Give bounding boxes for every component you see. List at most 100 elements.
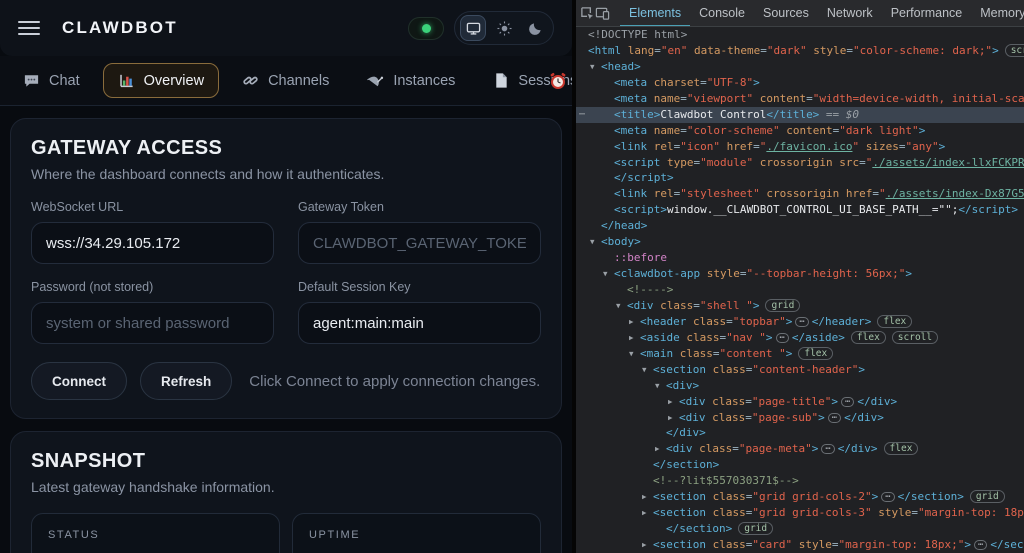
syntax-token-tag: <div> [666, 379, 699, 392]
adorner-badge-flex[interactable]: flex [798, 347, 833, 360]
disclosure-closed-icon[interactable]: ▶ [642, 505, 653, 521]
dom-tree-line[interactable]: <script>window.__CLAWDBOT_CONTROL_UI_BAS… [576, 202, 1024, 218]
more-actions-dots-icon[interactable]: ⋯ [579, 107, 586, 123]
menu-icon[interactable] [18, 21, 40, 35]
disclosure-open-icon[interactable]: ▼ [590, 59, 601, 75]
dom-tree-line[interactable]: ▼<head> [576, 59, 1024, 75]
disclosure-closed-icon[interactable]: ▶ [642, 537, 653, 553]
disclosure-open-icon[interactable]: ▼ [590, 234, 601, 250]
dom-tree-line[interactable]: ▼<main class="content ">flex [576, 346, 1024, 362]
session-key-input[interactable] [298, 302, 541, 344]
inline-expand-button[interactable]: ⋯ [776, 333, 789, 343]
tab-console[interactable]: Console [690, 0, 754, 27]
dom-tree-line[interactable]: ▶<div class="page-meta">⋯</div>flex [576, 441, 1024, 457]
disclosure-closed-icon[interactable]: ▶ [629, 314, 640, 330]
tab-memory[interactable]: Memory [971, 0, 1024, 27]
syntax-token-tag: > [812, 442, 819, 455]
disclosure-open-icon[interactable]: ▼ [629, 346, 640, 362]
inline-expand-button[interactable]: ⋯ [795, 317, 808, 327]
adorner-badge-flex[interactable]: flex [884, 442, 919, 455]
dom-tree-line[interactable]: <meta name="viewport" content="width=dev… [576, 91, 1024, 107]
dom-tree-line[interactable]: <html lang="en" data-theme="dark" style=… [576, 43, 1024, 59]
disclosure-open-icon[interactable]: ▼ [603, 266, 614, 282]
inline-expand-button[interactable]: ⋯ [828, 413, 841, 423]
dom-tree-line[interactable]: ▶<section class="card" style="margin-top… [576, 537, 1024, 553]
dom-tree-line[interactable]: </section>grid [576, 521, 1024, 537]
dom-tree-line[interactable]: <!--?lit$557030371$--> [576, 473, 1024, 489]
disclosure-open-icon[interactable]: ▼ [616, 298, 627, 314]
disclosure-closed-icon[interactable]: ▶ [668, 410, 679, 426]
dom-tree-line[interactable]: ▶<aside class="nav ">⋯</aside>flexscroll [576, 330, 1024, 346]
dom-tree-line[interactable]: ▼<section class="content-header"> [576, 362, 1024, 378]
websocket-url-input[interactable] [31, 222, 274, 264]
inline-expand-button[interactable]: ⋯ [821, 444, 834, 454]
inline-expand-button[interactable]: ⋯ [881, 492, 894, 502]
inline-expand-button[interactable]: ⋯ [841, 397, 854, 407]
disclosure-closed-icon[interactable]: ▶ [668, 394, 679, 410]
tab-performance[interactable]: Performance [882, 0, 972, 27]
dom-tree-line[interactable]: <!----> [576, 282, 1024, 298]
gateway-token-input[interactable] [298, 222, 541, 264]
nav-item-overview[interactable]: Overview [103, 63, 219, 98]
syntax-token-tag: > [964, 538, 971, 551]
dom-tree-line[interactable]: <meta name="color-scheme" content="dark … [576, 123, 1024, 139]
nav-item-channels[interactable]: Channels [227, 63, 344, 98]
syntax-token-tag: <aside [640, 331, 680, 344]
adorner-badge-grid[interactable]: grid [738, 522, 773, 535]
disclosure-open-icon[interactable]: ▼ [655, 378, 666, 394]
disclosure-closed-icon[interactable]: ▶ [655, 441, 666, 457]
dom-tree-line[interactable]: </script> [576, 170, 1024, 186]
nav-item-chat[interactable]: Chat [8, 63, 95, 98]
session-key-label: Default Session Key [298, 280, 541, 294]
dom-tree-line[interactable]: <!DOCTYPE html> [576, 27, 1024, 43]
dom-tree-line[interactable]: </div> [576, 425, 1024, 441]
adorner-badge-flex[interactable]: flex [851, 331, 886, 344]
dom-tree-line[interactable]: ▼<div> [576, 378, 1024, 394]
inspect-icon[interactable] [580, 1, 595, 25]
dom-tree-line[interactable]: ▼<body> [576, 234, 1024, 250]
dom-tree-line[interactable]: ▶<section class="grid grid-cols-2">⋯</se… [576, 489, 1024, 505]
tab-network[interactable]: Network [818, 0, 882, 27]
disclosure-closed-icon[interactable]: ▶ [642, 489, 653, 505]
adorner-badge-grid[interactable]: grid [970, 490, 1005, 503]
inline-expand-button[interactable]: ⋯ [974, 540, 987, 550]
adorner-badge-grid[interactable]: grid [765, 299, 800, 312]
dom-tree-line[interactable]: ▶<div class="page-sub">⋯</div> [576, 410, 1024, 426]
syntax-token-pun: = [753, 140, 760, 153]
adorner-badge-scroll[interactable]: scroll [892, 331, 938, 344]
dom-tree-line[interactable]: </head> [576, 218, 1024, 234]
content-area: GATEWAY ACCESS Where the dashboard conne… [0, 106, 572, 553]
nav-item-instances[interactable]: Instances [352, 63, 470, 98]
dom-tree-line[interactable]: <meta charset="UTF-8"> [576, 75, 1024, 91]
dom-tree-line[interactable]: <link rel="icon" href="./favicon.ico" si… [576, 139, 1024, 155]
theme-system-button[interactable] [460, 15, 486, 41]
tab-elements[interactable]: Elements [620, 0, 690, 27]
refresh-button[interactable]: Refresh [140, 362, 232, 400]
syntax-token-val: "color-scheme" [687, 124, 780, 137]
dom-tree-line[interactable]: ▶<section class="grid grid-cols-3" style… [576, 505, 1024, 521]
theme-dark-button[interactable] [522, 15, 548, 41]
theme-light-button[interactable] [491, 15, 517, 41]
disclosure-closed-icon[interactable]: ▶ [629, 330, 640, 346]
dom-tree-line[interactable]: ▼<div class="shell ">grid [576, 298, 1024, 314]
dom-tree-line[interactable]: <script type="module" crossorigin src=".… [576, 155, 1024, 171]
connect-button[interactable]: Connect [31, 362, 127, 400]
adorner-badge-scroll[interactable]: scroll [1005, 44, 1024, 57]
dom-tree-line[interactable]: ::before [576, 250, 1024, 266]
disclosure-open-icon[interactable]: ▼ [642, 362, 653, 378]
dom-tree-line[interactable]: ▼<clawdbot-app style="--topbar-height: 5… [576, 266, 1024, 282]
password-input[interactable] [31, 302, 274, 344]
dom-tree-line[interactable]: ▶<header class="topbar">⋯</header>flex [576, 314, 1024, 330]
adorner-badge-flex[interactable]: flex [877, 315, 912, 328]
syntax-token-attr: class [706, 538, 746, 551]
gateway-form: WebSocket URL Gateway Token Password (no… [31, 200, 541, 344]
dom-tree-line[interactable]: <link rel="stylesheet" crossorigin href=… [576, 186, 1024, 202]
dom-tree-line[interactable]: </section> [576, 457, 1024, 473]
alarm-clock-icon[interactable] [548, 71, 568, 96]
tab-sources[interactable]: Sources [754, 0, 818, 27]
dom-tree-line[interactable]: ▶<div class="page-title">⋯</div> [576, 394, 1024, 410]
nav-label: Chat [49, 73, 80, 89]
syntax-token-val: "margin-top: 18px;" [838, 538, 964, 551]
dom-tree-line[interactable]: ⋯<title>Clawdbot Control</title> == $0 [576, 107, 1024, 123]
device-toolbar-icon[interactable] [595, 1, 610, 25]
